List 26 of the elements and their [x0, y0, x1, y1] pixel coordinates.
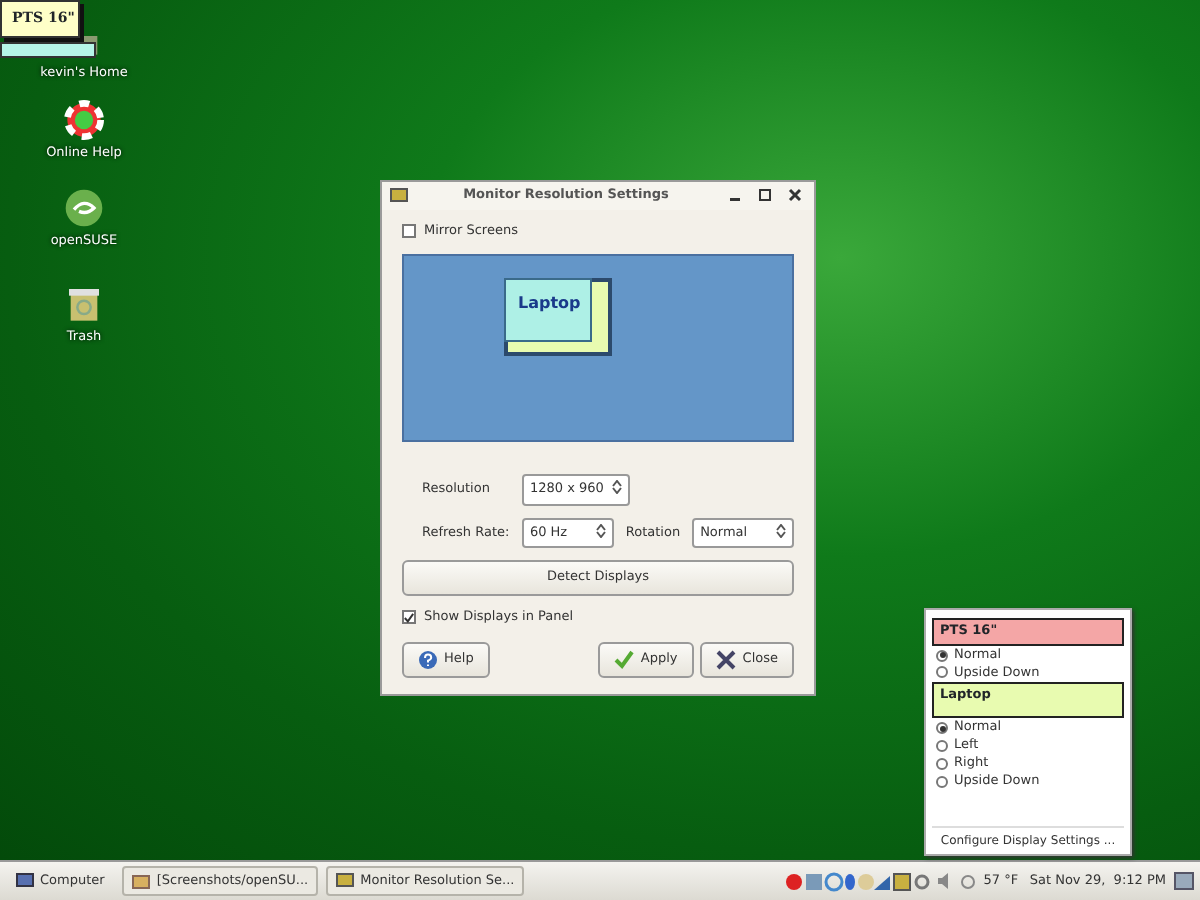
spinner-arrows-icon [612, 479, 622, 494]
weather-icon [959, 873, 976, 889]
computer-icon [16, 872, 34, 890]
speaker-icon [937, 872, 952, 890]
monitor-tile[interactable]: Laptop [504, 277, 592, 342]
workspace-icon [1174, 872, 1194, 890]
radio-button[interactable] [936, 722, 948, 735]
checkmark-icon [614, 650, 635, 670]
radio-button[interactable] [936, 775, 948, 788]
maximize-icon[interactable] [758, 188, 772, 203]
trash-icon [64, 284, 104, 324]
radio-button[interactable] [936, 666, 948, 679]
close-icon[interactable] [788, 188, 802, 203]
radio-button[interactable] [936, 649, 948, 662]
close-icon [716, 650, 737, 670]
spinner-arrows-icon [595, 523, 606, 537]
help-icon [418, 650, 438, 670]
radio-button[interactable] [936, 757, 948, 770]
checkbox[interactable] [402, 224, 416, 239]
lifebuoy-icon [64, 100, 104, 140]
folder-icon [132, 872, 151, 890]
radio-button[interactable] [936, 740, 948, 753]
monitor-icon [336, 872, 355, 890]
monitor-icon [390, 188, 408, 204]
checkbox[interactable] [402, 610, 416, 625]
spinner-arrows-icon [776, 523, 786, 537]
